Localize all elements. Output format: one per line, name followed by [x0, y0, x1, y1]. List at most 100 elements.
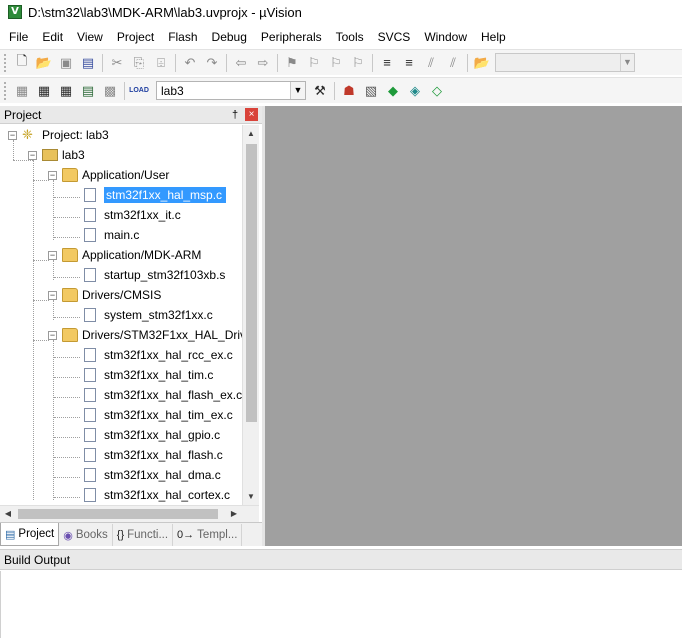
tree-group[interactable]: Drivers/CMSIS	[62, 285, 161, 305]
tab-functions[interactable]: {} Functi...	[113, 524, 174, 546]
tree-file[interactable]: stm32f1xx_hal_tim_ex.c	[82, 405, 233, 425]
open-folder-icon[interactable]: 📂	[33, 52, 55, 74]
editor-area[interactable]	[265, 106, 682, 546]
clear-bookmarks-icon[interactable]: ⚐	[347, 52, 369, 74]
menu-view[interactable]: View	[70, 27, 110, 47]
run-time-environment-icon[interactable]: ◇	[426, 80, 448, 102]
tree-file[interactable]: stm32f1xx_hal_cortex.c	[82, 485, 230, 505]
comment-icon[interactable]: ⫽	[420, 52, 442, 74]
menu-help[interactable]: Help	[474, 27, 513, 47]
next-bookmark-icon[interactable]: ⚐	[325, 52, 347, 74]
tree-node-label: startup_stm32f103xb.s	[104, 268, 226, 282]
target-icon	[42, 149, 58, 161]
find-in-files-icon[interactable]: 📂	[471, 52, 493, 74]
menu-tools[interactable]: Tools	[329, 27, 371, 47]
load-download-icon[interactable]: LOAD	[128, 80, 150, 102]
pin-icon[interactable]: †	[228, 109, 242, 121]
scroll-up-icon[interactable]: ▲	[243, 125, 259, 142]
menu-window[interactable]: Window	[417, 27, 474, 47]
new-file-icon[interactable]: 🗋	[11, 52, 33, 74]
tab-project[interactable]: ▤ Project	[0, 523, 60, 546]
build-icon[interactable]: ▦	[33, 80, 55, 102]
bookmark-icon[interactable]: ⚑	[281, 52, 303, 74]
collapse-toggle[interactable]: −	[48, 331, 57, 340]
tree-horizontal-scrollbar[interactable]: ◀ ▶	[0, 505, 259, 522]
collapse-toggle[interactable]: −	[48, 171, 57, 180]
copy-icon[interactable]: ⎘	[128, 52, 150, 74]
build-output-pane[interactable]	[0, 571, 682, 638]
tab-templates[interactable]: 0→ Templ...	[173, 524, 243, 546]
target-select[interactable]: lab3 ▼	[156, 81, 306, 100]
tree-file[interactable]: stm32f1xx_hal_msp.c	[82, 185, 227, 205]
tree-connector	[13, 160, 33, 161]
stop-build-icon[interactable]: ▩	[99, 80, 121, 102]
tree-connector	[54, 217, 80, 218]
target-options-icon[interactable]: ⚒	[309, 80, 331, 102]
scroll-thumb[interactable]	[246, 144, 257, 422]
menu-project[interactable]: Project	[110, 27, 161, 47]
menu-svcs[interactable]: SVCS	[371, 27, 418, 47]
tree-root-project[interactable]: ❈ Project: lab3	[22, 125, 109, 145]
menu-debug[interactable]: Debug	[205, 27, 254, 47]
save-all-icon[interactable]: ▤	[77, 52, 99, 74]
chevron-down-icon[interactable]: ▼	[290, 82, 305, 99]
file-icon	[84, 488, 96, 502]
manage-project-items-icon[interactable]: ☗	[338, 80, 360, 102]
project-panel-title: Project	[4, 107, 42, 122]
scroll-right-icon[interactable]: ▶	[226, 506, 242, 522]
file-icon	[84, 208, 96, 222]
folder-icon	[62, 288, 78, 302]
save-icon[interactable]: ▣	[55, 52, 77, 74]
collapse-toggle[interactable]: −	[28, 151, 37, 160]
scroll-thumb[interactable]	[18, 509, 218, 519]
toolbar-grip[interactable]	[4, 53, 8, 72]
menu-peripherals[interactable]: Peripherals	[254, 27, 329, 47]
tree-vertical-scrollbar[interactable]: ▲ ▼	[242, 125, 259, 505]
indent-icon[interactable]: ≡	[376, 52, 398, 74]
tree-file[interactable]: stm32f1xx_hal_flash.c	[82, 445, 223, 465]
collapse-toggle[interactable]: −	[48, 251, 57, 260]
tree-file[interactable]: stm32f1xx_hal_tim.c	[82, 365, 213, 385]
menu-flash[interactable]: Flash	[161, 27, 204, 47]
paste-icon[interactable]: ⌹	[150, 52, 172, 74]
folder-icon	[62, 168, 78, 182]
chevron-down-icon[interactable]: ▼	[620, 54, 634, 71]
rebuild-icon[interactable]: ▦	[55, 80, 77, 102]
toolbar-grip[interactable]	[4, 81, 8, 100]
tab-books[interactable]: ◉ Books	[59, 524, 113, 546]
file-icon	[84, 348, 96, 362]
scroll-down-icon[interactable]: ▼	[243, 488, 259, 505]
tree-group[interactable]: Application/User	[62, 165, 169, 185]
tree-file[interactable]: stm32f1xx_hal_dma.c	[82, 465, 221, 485]
pack-installer-icon[interactable]: ◈	[404, 80, 426, 102]
close-icon[interactable]: ×	[245, 108, 258, 121]
batch-build-icon[interactable]: ▤	[77, 80, 99, 102]
navigate-back-icon[interactable]: ⇦	[230, 52, 252, 74]
tree-file[interactable]: stm32f1xx_hal_flash_ex.c	[82, 385, 242, 405]
undo-icon[interactable]: ↶	[179, 52, 201, 74]
manage-multi-project-icon[interactable]: ▧	[360, 80, 382, 102]
tree-file[interactable]: startup_stm32f103xb.s	[82, 265, 225, 285]
tree-group[interactable]: Application/MDK-ARM	[62, 245, 201, 265]
scroll-left-icon[interactable]: ◀	[0, 506, 16, 522]
find-combo[interactable]: ▼	[495, 53, 635, 72]
menu-file[interactable]: File	[0, 27, 35, 47]
menu-edit[interactable]: Edit	[35, 27, 70, 47]
tree-file[interactable]: system_stm32f1xx.c	[82, 305, 213, 325]
uncomment-icon[interactable]: ⫽	[442, 52, 464, 74]
select-packs-icon[interactable]: ◆	[382, 80, 404, 102]
tree-target[interactable]: lab3	[42, 145, 85, 165]
tree-file[interactable]: stm32f1xx_hal_gpio.c	[82, 425, 220, 445]
cut-icon[interactable]: ✂	[106, 52, 128, 74]
tree-group[interactable]: Drivers/STM32F1xx_HAL_Driv	[62, 325, 242, 345]
collapse-toggle[interactable]: −	[8, 131, 17, 140]
tree-file[interactable]: stm32f1xx_it.c	[82, 205, 181, 225]
navigate-forward-icon[interactable]: ⇨	[252, 52, 274, 74]
tree-file[interactable]: main.c	[82, 225, 139, 245]
prev-bookmark-icon[interactable]: ⚐	[303, 52, 325, 74]
collapse-toggle[interactable]: −	[48, 291, 57, 300]
redo-icon[interactable]: ↷	[201, 52, 223, 74]
unindent-icon[interactable]: ≡	[398, 52, 420, 74]
translate-icon[interactable]: ▦	[11, 80, 33, 102]
tree-file[interactable]: stm32f1xx_hal_rcc_ex.c	[82, 345, 233, 365]
